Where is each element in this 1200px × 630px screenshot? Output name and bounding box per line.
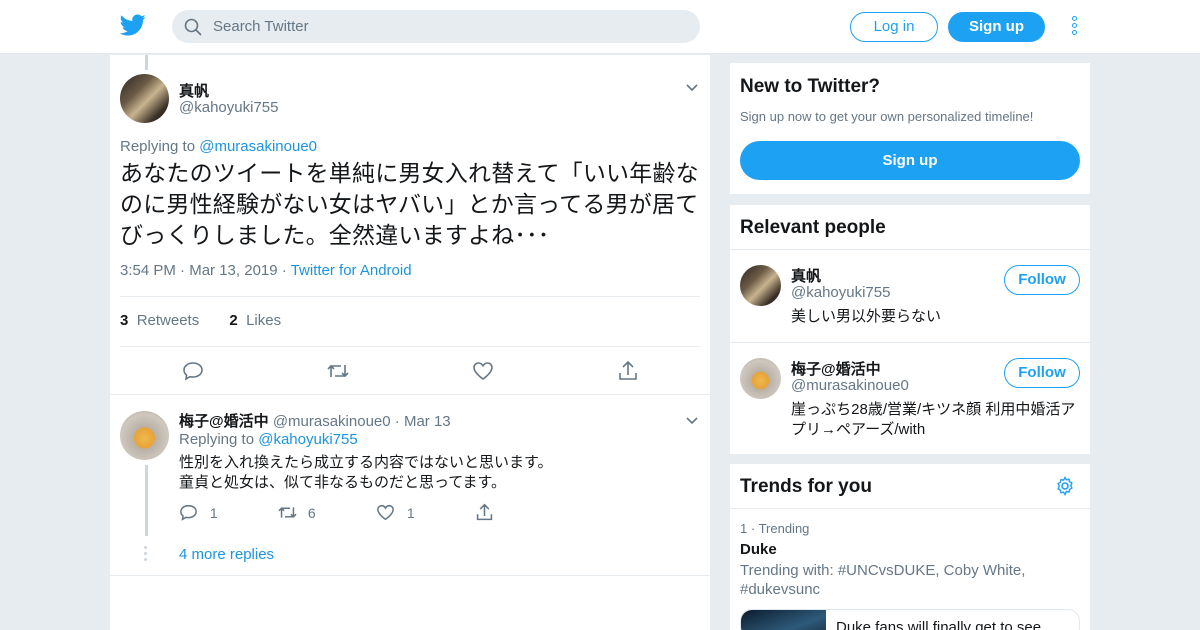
- search-bar[interactable]: Search Twitter: [172, 10, 700, 43]
- reply-author-name[interactable]: 梅子@婚活中: [179, 413, 269, 430]
- retweet-label: Retweets: [136, 312, 200, 329]
- heart-icon[interactable]: [472, 361, 494, 381]
- divider: [120, 346, 700, 347]
- reply-retweet-action[interactable]: 6: [277, 504, 316, 521]
- tweet-author-handle[interactable]: @kahoyuki755: [179, 99, 278, 116]
- tweet-time[interactable]: 3:54 PM: [120, 262, 176, 279]
- replying-handle-link[interactable]: @kahoyuki755: [258, 431, 357, 448]
- trend-preview-image: [741, 610, 826, 630]
- like-count: 2: [229, 312, 238, 329]
- trend-context-line: #dukevsunc: [740, 581, 821, 598]
- trend-name[interactable]: Duke: [740, 541, 777, 558]
- new-to-twitter-subtitle: Sign up now to get your own personalized…: [740, 109, 1034, 124]
- tweet-date[interactable]: Mar 13, 2019: [189, 262, 277, 279]
- divider: [730, 342, 1090, 343]
- search-icon: [184, 18, 202, 36]
- reply-like-count: 1: [406, 505, 415, 521]
- reply-reply-action[interactable]: 1: [179, 504, 218, 521]
- share-icon[interactable]: [617, 360, 639, 382]
- reply-like-action[interactable]: 1: [376, 504, 415, 521]
- reply-date[interactable]: Mar 13: [404, 413, 451, 430]
- person-bio: 崖っぷち28歳/営業/キツネ顔 利用中婚活ア プリ→ペアーズ/with: [791, 400, 1081, 440]
- person-handle[interactable]: @kahoyuki755: [791, 284, 890, 301]
- trend-preview-card[interactable]: Duke fans will finally get to see: [740, 609, 1080, 630]
- chevron-down-icon[interactable]: [685, 83, 699, 93]
- trend-context-line: Trending with: #UNCvsDUKE, Coby White,: [740, 562, 1026, 579]
- replying-handle-link[interactable]: @murasakinoue0: [199, 138, 317, 155]
- heart-icon: [377, 504, 394, 521]
- share-icon[interactable]: [475, 503, 494, 522]
- avatar[interactable]: [120, 74, 169, 123]
- sidebar-signup-button[interactable]: Sign up: [740, 141, 1080, 180]
- more-replies-link[interactable]: 4 more replies: [179, 546, 274, 563]
- trends-title: Trends for you: [740, 476, 872, 497]
- search-placeholder: Search Twitter: [213, 18, 309, 35]
- tweet-source-link[interactable]: Twitter for Android: [291, 262, 412, 279]
- tweet-meta: 3:54 PM · Mar 13, 2019 · Twitter for And…: [120, 262, 412, 279]
- replying-to: Replying to @kahoyuki755: [179, 431, 358, 448]
- divider: [110, 575, 710, 576]
- new-to-twitter-card: New to Twitter? Sign up now to get your …: [730, 63, 1090, 194]
- like-label: Likes: [246, 312, 282, 329]
- replying-to: Replying to @murasakinoue0: [120, 138, 317, 155]
- retweet-icon: [278, 507, 297, 518]
- twitter-logo-icon[interactable]: [120, 12, 146, 38]
- more-menu-icon[interactable]: [1066, 14, 1082, 40]
- new-to-twitter-title: New to Twitter?: [740, 76, 881, 97]
- reply-icon[interactable]: [182, 361, 204, 381]
- person-name[interactable]: 梅子@婚活中: [791, 358, 881, 379]
- reply-header: 梅子@婚活中 @murasakinoue0 · Mar 13: [179, 413, 451, 430]
- trend-rank-label: Trending: [758, 521, 810, 536]
- relevant-people-title: Relevant people: [740, 217, 886, 238]
- reply-text: 性別を入れ換えたら成立する内容ではないと思います。 童貞と処女は、似て非なるもの…: [179, 453, 553, 493]
- replying-label: Replying to: [120, 138, 196, 155]
- trend-rank: 1 · Trending: [740, 521, 810, 536]
- person-bio-line: 崖っぷち28歳/営業/キツネ顔 利用中婚活ア: [791, 401, 1076, 418]
- reply-text-line: 性別を入れ換えたら成立する内容ではないと思います。: [179, 454, 553, 471]
- divider: [110, 394, 710, 395]
- reply-icon: [180, 504, 197, 521]
- person-handle[interactable]: @murasakinoue0: [791, 377, 909, 394]
- trend-context: Trending with: #UNCvsDUKE, Coby White, #…: [740, 561, 1025, 599]
- retweet-icon[interactable]: [326, 361, 350, 381]
- like-stat[interactable]: 2 Likes: [229, 312, 281, 329]
- person-name[interactable]: 真帆: [791, 265, 821, 286]
- retweet-stat[interactable]: 3 Retweets: [120, 312, 199, 329]
- reply-retweet-count: 6: [307, 505, 316, 521]
- reply-author-handle[interactable]: @murasakinoue0: [273, 413, 391, 430]
- replying-label: Replying to: [179, 431, 255, 448]
- trend-rank-number: 1: [740, 521, 748, 536]
- relevant-people-card: Relevant people 真帆 @kahoyuki755 美しい男以外要ら…: [730, 205, 1090, 454]
- divider: [730, 508, 1090, 509]
- thread-dots: [144, 546, 147, 564]
- avatar[interactable]: [740, 358, 781, 399]
- top-bar: Search Twitter Log in Sign up: [0, 0, 1200, 54]
- follow-button[interactable]: Follow: [1004, 358, 1080, 388]
- chevron-down-icon[interactable]: [685, 416, 699, 426]
- reply-text-line: 童貞と処女は、似て非なるものだと思ってます。: [179, 474, 507, 491]
- thread-line: [145, 465, 148, 536]
- tweet-stats: 3 Retweets 2 Likes: [120, 312, 281, 329]
- avatar[interactable]: [120, 411, 169, 460]
- reply-reply-count: 1: [209, 505, 218, 521]
- person-bio: 美しい男以外要らない: [791, 308, 942, 325]
- follow-button[interactable]: Follow: [1004, 265, 1080, 295]
- retweet-count: 3: [120, 312, 129, 329]
- avatar[interactable]: [740, 265, 781, 306]
- trend-preview-text: Duke fans will finally get to see: [836, 619, 1042, 630]
- person-bio-line: プリ→ペアーズ/with: [791, 421, 926, 438]
- tweet-text: あなたのツイートを単純に男女入れ替えて「いい年齢なのに男性経験がない女はヤバい」…: [120, 160, 699, 248]
- tweet-author-name[interactable]: 真帆: [179, 80, 209, 101]
- timeline: 真帆 @kahoyuki755 Replying to @murasakinou…: [110, 55, 710, 630]
- signup-button[interactable]: Sign up: [948, 12, 1045, 42]
- gear-icon[interactable]: [1055, 476, 1075, 496]
- login-button[interactable]: Log in: [850, 12, 938, 42]
- divider: [120, 296, 700, 297]
- trends-card: Trends for you 1 · Trending Duke Trendin…: [730, 464, 1090, 630]
- divider: [730, 249, 1090, 250]
- thread-line: [145, 55, 148, 70]
